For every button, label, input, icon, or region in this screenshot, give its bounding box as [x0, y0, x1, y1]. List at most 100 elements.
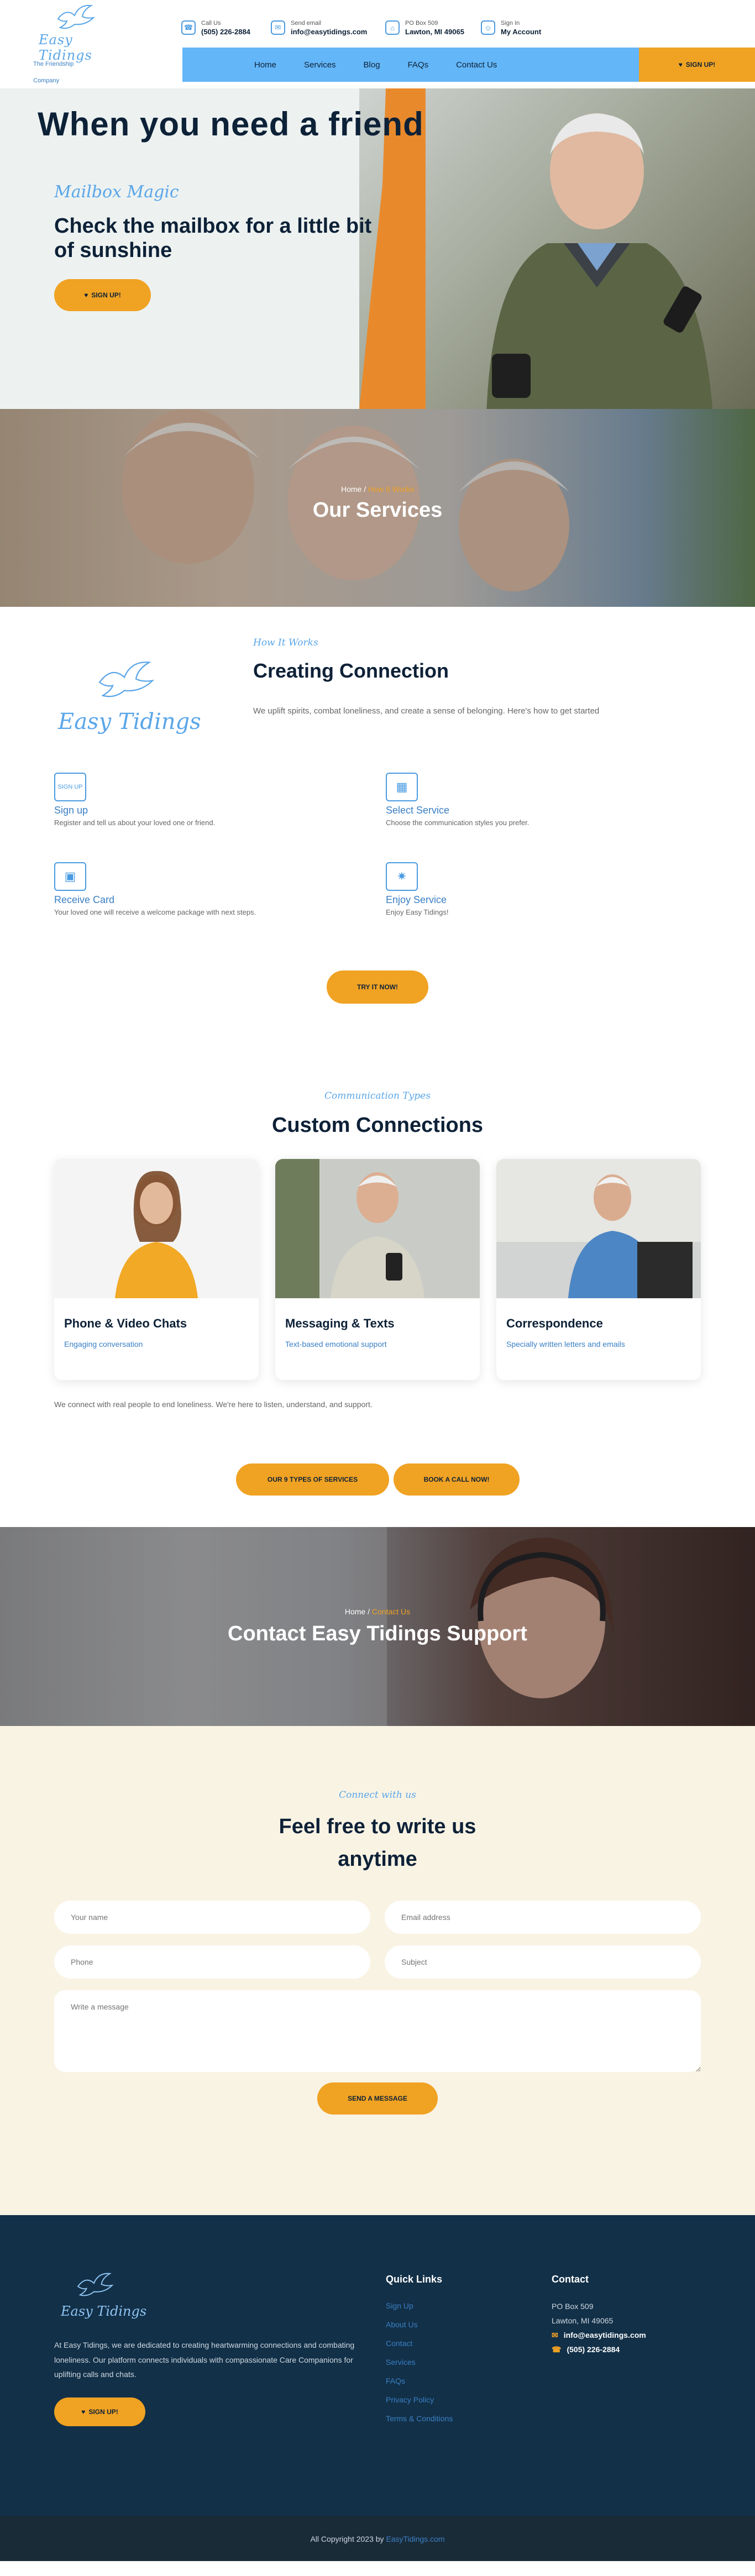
- nav-contact[interactable]: Contact Us: [442, 60, 511, 70]
- logo-tagline: The Friendship: [33, 61, 74, 67]
- copyright-link[interactable]: EasyTidings.com: [386, 2535, 444, 2543]
- breadcrumb: Home / Contact Us: [0, 1607, 755, 1616]
- footer-blurb: At Easy Tidings, we are dedicated to cre…: [54, 2341, 355, 2379]
- step-text: Your loved one will receive a welcome pa…: [54, 908, 256, 916]
- services-types-label: OUR 9 TYPES OF SERVICES: [267, 1476, 358, 1483]
- package-icon: ▣: [54, 862, 86, 891]
- breadcrumb-current: Contact Us: [371, 1607, 411, 1616]
- quick-links-heading: Quick Links: [386, 2274, 443, 2285]
- step-receive-card: ▣ Receive Card Your loved one will recei…: [54, 862, 331, 916]
- breadcrumb-home[interactable]: Home: [341, 485, 361, 494]
- logo-wordmark: Easy Tidings: [58, 709, 201, 734]
- user-icon: ☺: [481, 20, 495, 35]
- nav-faqs[interactable]: FAQs: [394, 60, 443, 70]
- footer-logo-wordmark: Easy Tidings: [61, 2304, 147, 2319]
- header-email[interactable]: ✉ Send email info@easytidings.com: [271, 17, 367, 39]
- contact-banner: Home / Contact Us Contact Easy Tidings S…: [0, 1527, 755, 1726]
- footer-email-value: info@easytidings.com: [563, 2330, 646, 2339]
- breadcrumb-separator: /: [368, 1607, 370, 1616]
- header-account[interactable]: ☺ Sign In My Account: [481, 17, 541, 39]
- form-title: Feel free to write us anytime: [0, 1811, 755, 1876]
- card-subtitle: Engaging conversation: [64, 1340, 143, 1349]
- hero-headline: Check the mailbox for a little bit of su…: [54, 214, 372, 262]
- footer-link-about[interactable]: About Us: [386, 2320, 453, 2329]
- address-value: Lawton, MI 49065: [405, 27, 464, 36]
- send-message-button[interactable]: SEND A MESSAGE: [317, 2082, 438, 2115]
- step-title: Select Service: [386, 805, 450, 816]
- connections-title: Custom Connections: [271, 1114, 484, 1137]
- book-call-button[interactable]: BOOK A CALL NOW!: [394, 1463, 520, 1496]
- footer-email[interactable]: ✉ info@easytidings.com: [552, 2328, 646, 2343]
- footer-link-contact[interactable]: Contact: [386, 2339, 453, 2348]
- card-subtitle: Specially written letters and emails: [506, 1340, 625, 1349]
- signin-label: Sign In: [501, 19, 520, 27]
- book-call-label: BOOK A CALL NOW!: [423, 1476, 490, 1483]
- nav-signup-button[interactable]: ♥ SIGN UP!: [639, 48, 755, 82]
- step-title: Receive Card: [54, 894, 115, 905]
- service-card-correspondence[interactable]: Correspondence Specially written letters…: [496, 1159, 701, 1380]
- phone-icon: ☎: [181, 20, 196, 35]
- hero-man-illustration: [486, 113, 713, 409]
- hero-signup-button[interactable]: ♥ SIGN UP!: [54, 279, 151, 311]
- breadcrumb: Home / How It Works: [0, 485, 755, 494]
- services-types-button[interactable]: OUR 9 TYPES OF SERVICES: [236, 1463, 389, 1496]
- celebrate-icon: ✷: [386, 862, 418, 891]
- nav-services[interactable]: Services: [290, 60, 350, 70]
- dove-logo-icon: [77, 2273, 114, 2296]
- how-it-works-section: Easy Tidings How It Works Creating Conne…: [0, 607, 755, 1074]
- card-subtitle: Text-based emotional support: [285, 1340, 387, 1349]
- footer-link-services[interactable]: Services: [386, 2358, 453, 2367]
- email-value: info@easytidings.com: [291, 27, 368, 36]
- heart-icon: ♥: [81, 2408, 86, 2416]
- dove-logo-icon: [57, 4, 95, 29]
- step-title: Enjoy Service: [386, 894, 447, 905]
- phone-icon: ☎: [552, 2344, 562, 2354]
- footer-link-terms[interactable]: Terms & Conditions: [386, 2414, 453, 2423]
- header-phone[interactable]: ☎ Call Us (505) 226-2884: [181, 17, 250, 39]
- copyright-text: All Copyright 2023 by: [310, 2535, 384, 2543]
- card-title: Messaging & Texts: [285, 1316, 395, 1330]
- connections-section: Communication Types Custom Connections P…: [0, 1074, 755, 1527]
- address-label: PO Box 509: [405, 19, 438, 27]
- hero-title: When you need a friend: [38, 106, 424, 143]
- heart-icon: ♥: [84, 291, 88, 299]
- step-title: Sign up: [54, 805, 88, 816]
- how-title: Creating Connection: [253, 659, 449, 682]
- email-input[interactable]: [385, 1901, 701, 1934]
- breadcrumb-home[interactable]: Home: [345, 1607, 365, 1616]
- footer-phone[interactable]: ☎ (505) 226-2884: [552, 2343, 646, 2357]
- email-label: Send email: [291, 19, 322, 27]
- step-text: Register and tell us about your loved on…: [54, 819, 216, 827]
- name-input[interactable]: [54, 1901, 370, 1934]
- footer-signup-button[interactable]: ♥ SIGN UP!: [54, 2397, 145, 2426]
- card-photo-correspondence: [496, 1159, 701, 1298]
- header-address: ⌂ PO Box 509 Lawton, MI 49065: [385, 17, 464, 39]
- phone-input[interactable]: [54, 1945, 370, 1979]
- footer-link-signup[interactable]: Sign Up: [386, 2301, 453, 2310]
- footer-link-privacy[interactable]: Privacy Policy: [386, 2395, 453, 2404]
- service-card-phone[interactable]: Phone & Video Chats Engaging conversatio…: [54, 1159, 259, 1380]
- footer-contact-info: PO Box 509 Lawton, MI 49065 ✉ info@easyti…: [552, 2300, 646, 2357]
- site-footer: Easy Tidings At Easy Tidings, we are ded…: [0, 2215, 755, 2516]
- step-text: Enjoy Easy Tidings!: [386, 908, 449, 916]
- nav-blog[interactable]: Blog: [350, 60, 394, 70]
- phone-label: Call Us: [201, 19, 221, 27]
- message-input[interactable]: [54, 1990, 701, 2072]
- logo-wordmark: Easy Tidings: [39, 32, 92, 63]
- mail-icon: ✉: [552, 2330, 558, 2339]
- main-nav: Home Services Blog FAQs Contact Us ♥ SIG…: [182, 48, 755, 82]
- nav-home[interactable]: Home: [240, 60, 290, 70]
- step-text: Choose the communication styles you pref…: [386, 819, 529, 827]
- footer-link-faqs[interactable]: FAQs: [386, 2376, 453, 2385]
- form-title-line: anytime: [338, 1847, 417, 1871]
- site-logo[interactable]: Easy Tidings The Friendship Company: [28, 0, 122, 88]
- subject-input[interactable]: [385, 1945, 701, 1979]
- card-photo-phone: [54, 1159, 259, 1298]
- card-title: Correspondence: [506, 1316, 603, 1330]
- step-signup: SIGN UP Sign up Register and tell us abo…: [54, 773, 331, 827]
- step-enjoy-service: ✷ Enjoy Service Enjoy Easy Tidings!: [386, 862, 662, 916]
- try-it-now-button[interactable]: TRY IT NOW!: [327, 970, 428, 1004]
- signup-icon: SIGN UP: [54, 773, 86, 801]
- connections-script-heading: Communication Types: [324, 1090, 431, 1101]
- service-card-messaging[interactable]: Messaging & Texts Text-based emotional s…: [275, 1159, 480, 1380]
